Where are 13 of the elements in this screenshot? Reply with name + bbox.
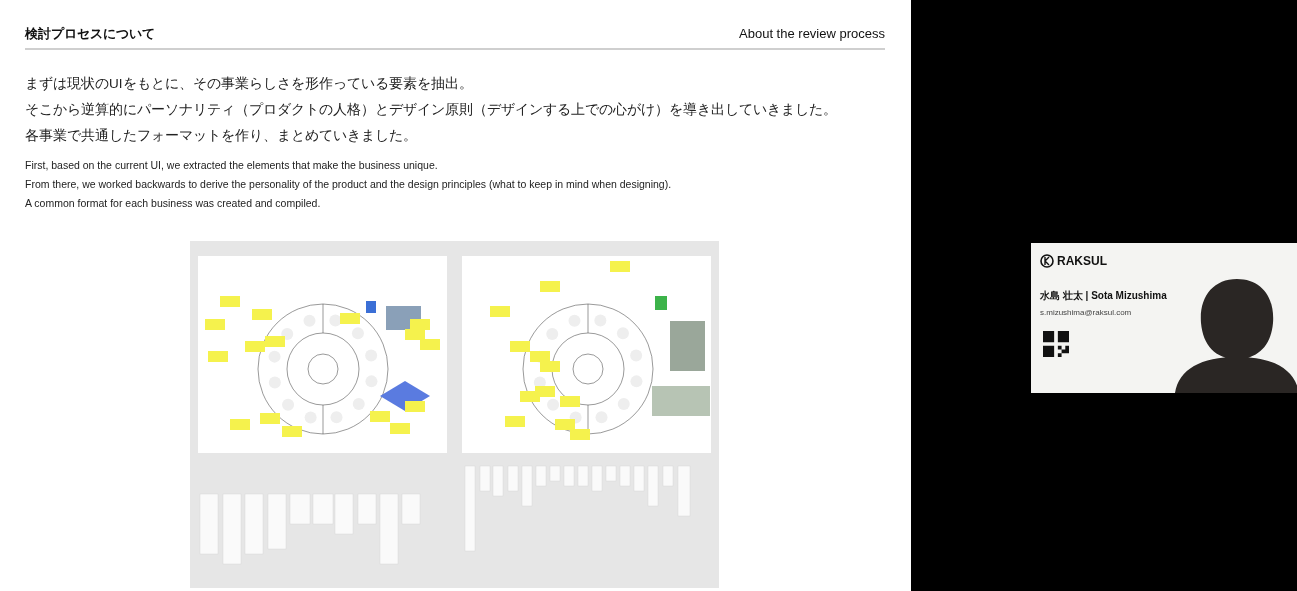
logo-icon [1040, 254, 1054, 268]
english-paragraph-line: A common format for each business was created and compiled. [25, 195, 322, 211]
slide-title: 検討プロセスについて [25, 25, 155, 43]
japanese-paragraph-line: まずは現状のUIをもとに、その事業らしさを形作っている要素を抽出。 [25, 74, 474, 93]
speaker-name: 水島 壮太 | Sota Mizushima [1040, 289, 1167, 303]
japanese-paragraph-line: そこから逆算的にパーソナリティ（プロダクトの人格）とデザイン原則（デザインする上での心がけ）を導き出していきました。 [25, 100, 838, 119]
english-paragraph-line: First, based on the current UI, we extracted the elements that make the business unique. [25, 157, 439, 173]
english-paragraph-line: From there, we worked backwards to derive the personality of the product and the design principles (what to keep in mind when designing). [25, 176, 673, 192]
qr-code-icon [1043, 331, 1069, 357]
japanese-paragraph-line: 各事業で共通したフォーマットを作り、まとめていきました。 [25, 126, 418, 145]
speaker-email: s.mizushima@raksul.com [1040, 307, 1133, 319]
slide-title-english: About the review process [739, 25, 885, 43]
brand-name: RAKSUL [1057, 253, 1107, 270]
